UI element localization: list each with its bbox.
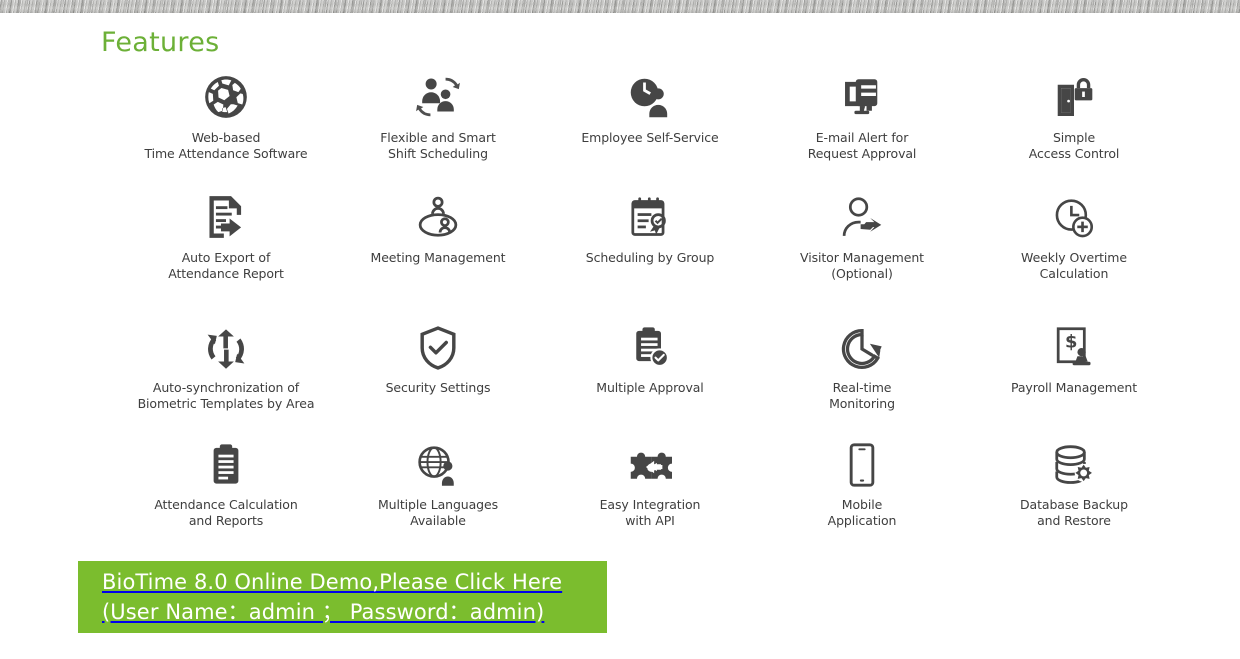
feature-item-multiple-approval[interactable]: Multiple Approval — [544, 318, 756, 435]
mobile-phone-icon — [849, 435, 875, 487]
feature-item-scheduling-by-group[interactable]: Scheduling by Group — [544, 188, 756, 318]
people-shift-icon — [416, 68, 460, 120]
feature-label: Multiple Approval — [596, 380, 704, 395]
feature-item-email-alert[interactable]: E-mail Alert for Request Approval — [756, 68, 968, 188]
feature-item-mobile-application[interactable]: Mobile Application — [756, 435, 968, 547]
feature-label: Flexible and Smart Shift Scheduling — [380, 130, 496, 161]
features-grid: Web-based Time Attendance Software Flexi… — [120, 68, 1180, 547]
feature-label: Easy Integration with API — [599, 497, 701, 528]
page-title: Features — [101, 27, 220, 58]
feature-label: Attendance Calculation and Reports — [154, 497, 298, 528]
feature-item-multiple-languages[interactable]: Multiple Languages Available — [332, 435, 544, 547]
svg-text:$: $ — [1065, 331, 1077, 352]
feature-item-realtime-monitoring[interactable]: Real-time Monitoring — [756, 318, 968, 435]
feature-label: Auto-synchronization of Biometric Templa… — [137, 380, 315, 411]
globe-person-icon — [417, 435, 459, 487]
feature-label: Employee Self-Service — [581, 130, 719, 145]
puzzle-api-icon — [628, 435, 672, 487]
feature-label: Multiple Languages Available — [377, 497, 499, 528]
shield-check-icon — [418, 318, 458, 370]
feature-label: Payroll Management — [1010, 380, 1137, 395]
person-arrow-icon — [840, 188, 884, 240]
sync-arrows-icon — [206, 318, 246, 370]
feature-item-shift-scheduling[interactable]: Flexible and Smart Shift Scheduling — [332, 68, 544, 188]
door-lock-icon — [1055, 68, 1093, 120]
feature-label: Web-based Time Attendance Software — [144, 130, 308, 161]
feature-item-visitor-management[interactable]: Visitor Management (Optional) — [756, 188, 968, 318]
feature-item-auto-export[interactable]: Auto Export of Attendance Report — [120, 188, 332, 318]
clock-person-icon — [628, 68, 672, 120]
feature-item-employee-self-service[interactable]: Employee Self-Service — [544, 68, 756, 188]
feature-item-meeting-management[interactable]: Meeting Management — [332, 188, 544, 318]
calendar-search-icon — [629, 188, 671, 240]
clock-arrow-icon — [841, 318, 883, 370]
feature-item-auto-sync[interactable]: Auto-synchronization of Biometric Templa… — [120, 318, 332, 435]
document-export-icon — [205, 188, 247, 240]
monitor-message-icon — [841, 68, 884, 120]
feature-label: Real-time Monitoring — [829, 380, 895, 411]
cta-line-2: (User Name：admin ； Password：admin) — [102, 600, 545, 624]
feature-label: Database Backup and Restore — [1020, 497, 1128, 528]
feature-label: Simple Access Control — [1028, 130, 1120, 161]
feature-item-access-control[interactable]: Simple Access Control — [968, 68, 1180, 188]
feature-item-database-backup[interactable]: Database Backup and Restore — [968, 435, 1180, 547]
feature-label: Security Settings — [385, 380, 491, 395]
feature-item-attendance-calculation[interactable]: Attendance Calculation and Reports — [120, 435, 332, 547]
feature-item-security-settings[interactable]: Security Settings — [332, 318, 544, 435]
feature-item-payroll-management[interactable]: $ Payroll Management — [968, 318, 1180, 435]
cta-line-1: BioTime 8.0 Online Demo,Please Click Her… — [102, 570, 563, 594]
feature-label: E-mail Alert for Request Approval — [807, 130, 917, 161]
online-demo-cta-banner[interactable]: BioTime 8.0 Online Demo,Please Click Her… — [78, 561, 607, 633]
feature-label: Meeting Management — [370, 250, 506, 265]
feature-item-easy-integration-api[interactable]: Easy Integration with API — [544, 435, 756, 547]
feature-label: Weekly Overtime Calculation — [1021, 250, 1127, 281]
feature-item-weekly-overtime[interactable]: Weekly Overtime Calculation — [968, 188, 1180, 318]
database-gear-icon — [1054, 435, 1094, 487]
feature-label: Scheduling by Group — [585, 250, 715, 265]
feature-label: Visitor Management (Optional) — [800, 250, 924, 281]
clock-plus-icon — [1053, 188, 1095, 240]
feature-item-web-based[interactable]: Web-based Time Attendance Software — [120, 68, 332, 188]
meeting-table-icon — [416, 188, 460, 240]
payroll-stamp-icon: $ — [1054, 318, 1094, 370]
feature-label: Mobile Application — [827, 497, 897, 528]
top-metal-strip — [0, 0, 1240, 13]
features-page: Features Web-based Time Attendance Softw… — [0, 0, 1240, 659]
feature-label: Auto Export of Attendance Report — [168, 250, 284, 281]
clipboard-check-icon — [630, 318, 670, 370]
clipboard-lines-icon — [209, 435, 243, 487]
globe-web-icon — [203, 68, 249, 120]
